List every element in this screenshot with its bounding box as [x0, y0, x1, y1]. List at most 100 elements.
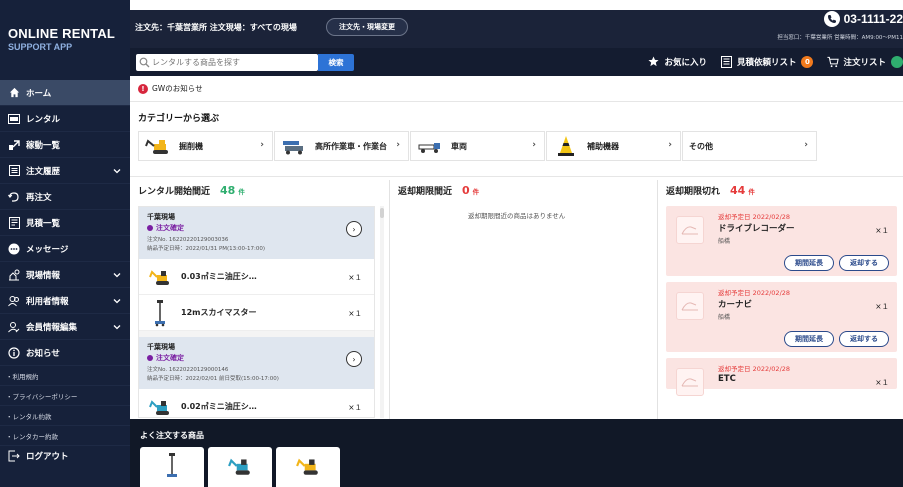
frequent-item-card[interactable]: [208, 447, 272, 487]
frequent-item-card[interactable]: [276, 447, 340, 487]
overdue-card[interactable]: 返却予定日 2022/02/28 ETC ×１: [666, 358, 897, 396]
item-quantity: ×１: [348, 403, 362, 412]
privacy-policy-link[interactable]: ・プライバシーポリシー: [0, 386, 130, 406]
overdue-card[interactable]: 返却予定日 2022/02/28 ドライブレコーダー 船橋 ×１ 期間延長 返却…: [666, 206, 897, 276]
sidebar-item-label: ホーム: [26, 88, 52, 99]
sidebar-item-reorder[interactable]: 再注文: [0, 184, 130, 210]
sidebar-item-label: 稼動一覧: [26, 140, 61, 151]
category-list: 掘削機 › 高所作業車・作業台 › 車両 › 補助機器 › その他 ›: [138, 131, 818, 161]
product-image-placeholder: [676, 216, 704, 244]
chevron-down-icon: [113, 273, 121, 278]
order-header[interactable]: 千葉現場 注文確定 注文No. 16220220129003036 納品予定日時…: [139, 207, 374, 259]
sidebar-item-message[interactable]: メッセージ: [0, 236, 130, 262]
item-name: 0.02㎥ミニ油圧シ…: [181, 402, 257, 411]
frequent-item-card[interactable]: [140, 447, 204, 487]
delivery-date: 納品予定日時：2022/02/01 前日受取(15:00-17:00): [147, 376, 279, 382]
rental-soon-title: レンタル開始間近 48 件: [138, 184, 245, 197]
sidebar-item-label: 注文履歴: [26, 166, 61, 177]
sidebar-item-site[interactable]: 現場情報: [0, 262, 130, 288]
estimate-list-link[interactable]: 見積依頼リスト 0: [720, 56, 814, 68]
logout-label: ログアウト: [26, 452, 69, 462]
delivery-date: 納品予定日時：2022/01/31 PM(13:00-17:00): [147, 246, 265, 252]
category-other[interactable]: その他 ›: [682, 131, 817, 161]
order-destination: 注文先：千葉営業所 注文現場：すべての現場: [135, 23, 297, 32]
message-icon: [8, 243, 20, 255]
sidebar-item-label: 現場情報: [26, 270, 61, 281]
overdue-card[interactable]: 返却予定日 2022/02/28 カーナビ 船橋 ×１ 期間延長 返却する: [666, 282, 897, 352]
sidebar-item-users[interactable]: 利用者情報: [0, 288, 130, 314]
chevron-right-icon[interactable]: ›: [346, 221, 362, 237]
search-input[interactable]: [136, 54, 318, 71]
business-hours: 担当窓口：千葉営業所 営業時間：AM9:00〜PM11: [777, 35, 903, 41]
terms-link[interactable]: ・利用規約: [0, 366, 130, 386]
sidebar-item-operation[interactable]: 稼動一覧: [0, 132, 130, 158]
column-divider: [389, 180, 390, 419]
card-actions: 期間延長 返却する: [674, 331, 889, 347]
rental-car-terms-link[interactable]: ・レンタカー約款: [0, 426, 130, 446]
app-logo[interactable]: ONLINE RENTAL SUPPORT APP: [0, 0, 130, 80]
sidebar-item-label: メッセージ: [26, 244, 69, 255]
item-quantity: ×１: [875, 226, 889, 235]
categories-title: カテゴリーから選ぶ: [138, 114, 220, 124]
list-item[interactable]: 12mスカイマスター ×１: [139, 295, 374, 331]
sidebar-sub-links: ・利用規約 ・プライバシーポリシー ・レンタル約款 ・レンタカー約款: [0, 366, 130, 446]
product-image-placeholder: [676, 292, 704, 320]
category-label: 掘削機: [179, 141, 203, 151]
header-links: お気に入り 見積依頼リスト 0 注文リスト: [634, 56, 903, 68]
return-due-date: 返却予定日 2022/02/28: [718, 213, 791, 221]
brand-line2: SUPPORT APP: [8, 42, 73, 52]
category-auxiliary[interactable]: 補助機器 ›: [546, 131, 681, 161]
scrollbar[interactable]: [380, 206, 384, 418]
sidebar-item-rental[interactable]: レンタル: [0, 106, 130, 132]
favorites-link[interactable]: お気に入り: [648, 56, 707, 68]
sidebar-item-history[interactable]: 注文履歴: [0, 158, 130, 184]
history-icon: [8, 165, 20, 177]
list-item[interactable]: 0.03㎥ミニ油圧シ… ×１: [139, 259, 374, 295]
item-name: 12mスカイマスター: [181, 308, 257, 317]
phone-icon: [823, 11, 840, 27]
change-destination-button[interactable]: 注文先・現場変更: [326, 18, 408, 36]
search-icon: [139, 57, 150, 68]
return-due-date: 返却予定日 2022/02/28: [718, 289, 791, 297]
frequent-items-section: よく注文する商品: [130, 419, 903, 487]
order-list-link[interactable]: 注文リスト: [827, 56, 903, 68]
chevron-right-icon[interactable]: ›: [346, 351, 362, 367]
search-button[interactable]: 検索: [318, 54, 354, 71]
sidebar-item-label: 再注文: [26, 192, 52, 203]
brand-line1: ONLINE RENTAL: [8, 26, 116, 41]
sidebar-item-member[interactable]: 会員情報編集: [0, 314, 130, 340]
sidebar-item-home[interactable]: ホーム: [0, 80, 130, 106]
phone-contact[interactable]: 03-1111-22: [823, 11, 903, 27]
order-group: 千葉現場 注文確定 注文No. 16220220129000146 納品予定日時…: [139, 337, 374, 417]
truck-icon: [417, 136, 443, 156]
frequent-items-title: よく注文する商品: [140, 431, 204, 440]
return-button[interactable]: 返却する: [839, 255, 889, 271]
mini-excavator-icon: [228, 455, 252, 479]
site-name: 千葉現場: [147, 343, 175, 351]
logout-button[interactable]: ログアウト: [0, 444, 130, 468]
scrollbar-thumb[interactable]: [380, 208, 384, 218]
notice-banner[interactable]: ! GWのお知らせ: [138, 83, 203, 94]
top-header: 注文先：千葉営業所 注文現場：すべての現場 注文先・現場変更 03-1111-2…: [130, 10, 903, 48]
category-aerial-work[interactable]: 高所作業車・作業台 ›: [274, 131, 409, 161]
sidebar-item-estimate[interactable]: 見積一覧: [0, 210, 130, 236]
sidebar-item-label: 会員情報編集: [26, 322, 78, 333]
list-item[interactable]: 0.02㎥ミニ油圧シ… ×１: [139, 389, 374, 417]
order-status: 注文確定: [147, 223, 366, 233]
chevron-right-icon: ›: [804, 140, 808, 150]
order-group: 千葉現場 注文確定 注文No. 16220220129003036 納品予定日時…: [139, 207, 374, 337]
estimate-count-badge: 0: [801, 56, 814, 68]
order-header[interactable]: 千葉現場 注文確定 注文No. 16220220129000146 納品予定日時…: [139, 337, 374, 389]
sidebar-item-label: レンタル: [26, 114, 61, 125]
extend-period-button[interactable]: 期間延長: [784, 255, 834, 271]
sidebar-item-label: 利用者情報: [26, 296, 69, 307]
sky-master-icon: [149, 299, 171, 327]
status-dot: [147, 225, 153, 231]
extend-period-button[interactable]: 期間延長: [784, 331, 834, 347]
sidebar-item-info[interactable]: お知らせ: [0, 340, 130, 366]
category-excavator[interactable]: 掘削機 ›: [138, 131, 273, 161]
site-name: 千葉現場: [147, 213, 175, 221]
category-vehicle[interactable]: 車両 ›: [410, 131, 545, 161]
return-button[interactable]: 返却する: [839, 331, 889, 347]
rental-terms-link[interactable]: ・レンタル約款: [0, 406, 130, 426]
